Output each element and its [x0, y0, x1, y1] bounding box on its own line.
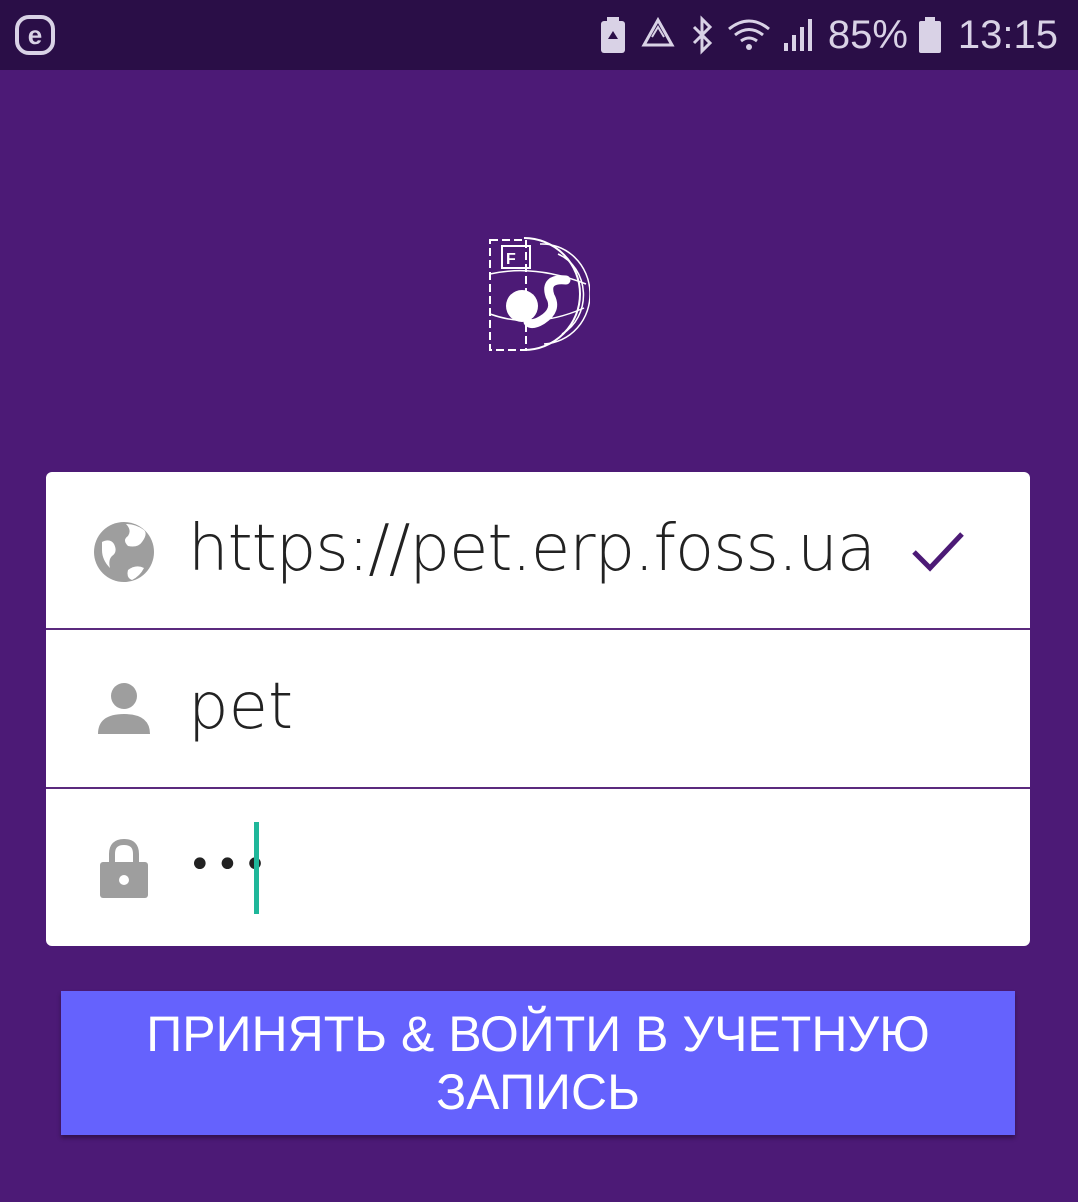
svg-text:e: e — [28, 20, 42, 50]
login-form-card: https://pet.erp.foss.ua pet ••• — [46, 472, 1030, 946]
username-input[interactable]: pet — [188, 670, 293, 744]
clock: 13:15 — [957, 12, 1058, 57]
accept-and-login-button[interactable]: ПРИНЯТЬ & ВОЙТИ В УЧЕТНУЮ ЗАПИСЬ — [61, 991, 1015, 1135]
logo-letter-f: F — [506, 251, 516, 268]
battery-saver-icon — [598, 15, 628, 55]
divider — [46, 787, 1030, 789]
username-field[interactable]: pet — [46, 630, 1030, 786]
wifi-icon — [726, 15, 772, 55]
battery-icon — [918, 15, 942, 55]
text-cursor — [254, 822, 259, 914]
signal-icon — [782, 15, 818, 55]
e-circle-icon: e — [14, 14, 56, 56]
person-icon — [92, 676, 156, 740]
check-icon — [908, 522, 966, 580]
status-bar: e 85% 13:15 — [0, 0, 1078, 70]
lock-icon — [92, 836, 156, 900]
status-icons: 85% 13:15 — [598, 0, 1058, 70]
password-field[interactable]: ••• — [46, 790, 1030, 946]
server-url-field[interactable]: https://pet.erp.foss.ua — [46, 472, 1030, 628]
recycle-icon — [638, 15, 678, 55]
globe-icon — [92, 520, 156, 584]
bluetooth-icon — [688, 15, 716, 55]
foss-logo: F — [484, 234, 591, 354]
battery-percent: 85% — [827, 12, 908, 57]
server-url-input[interactable]: https://pet.erp.foss.ua — [188, 512, 876, 586]
